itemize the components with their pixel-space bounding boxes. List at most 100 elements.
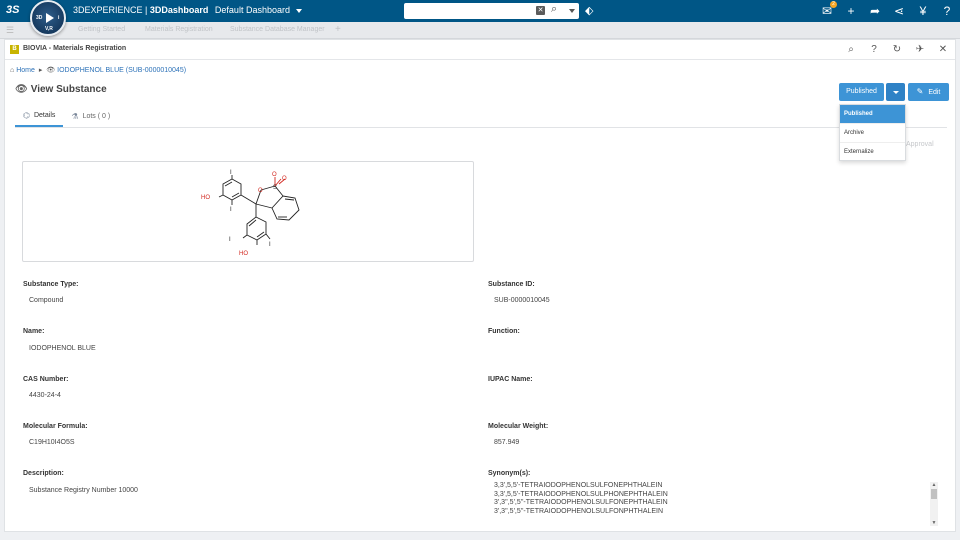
atom-label: O — [272, 172, 277, 178]
pencil-icon: ✎ — [916, 87, 924, 96]
widget-title: BIOVIA - Materials Registration — [23, 45, 127, 52]
substance-id-label: Substance ID: — [488, 281, 535, 288]
app-title[interactable]: 3DEXPERIENCE | 3DDashboard Default Dashb… — [73, 5, 303, 15]
molecular-weight-label: Molecular Weight: — [488, 423, 549, 430]
tag-icon[interactable]: ⬖ — [585, 4, 593, 17]
app-prefix: 3DEXPERIENCE — [73, 5, 143, 15]
cas-number-value: 4430-24-4 — [29, 392, 61, 399]
synonyms-list[interactable]: 3,3',5,5'-TETRAIODOPHENOLSULFONEPHTHALEI… — [494, 482, 940, 526]
app-name: 3DDashboard — [149, 5, 209, 15]
molecule-icon: ⌬ — [23, 111, 30, 120]
scrollbar-thumb[interactable] — [931, 489, 937, 499]
compass-play-icon — [46, 13, 54, 23]
synonyms-label: Synonym(s): — [488, 470, 531, 477]
tab-lots[interactable]: ⚗ Lots ( 0 ) — [63, 106, 118, 127]
tabs-divider — [15, 127, 947, 128]
name-value: IODOPHENOL BLUE — [29, 345, 96, 352]
cas-number-label: CAS Number: — [23, 376, 69, 383]
eye-icon: 👁 — [15, 84, 28, 95]
search-input[interactable] — [406, 4, 531, 18]
substance-type-label: Substance Type: — [23, 281, 79, 288]
add-icon[interactable]: + — [844, 3, 858, 19]
dashboard-tab[interactable]: Substance Database Manager — [230, 26, 325, 33]
notification-badge: 2 — [830, 1, 837, 8]
share-icon[interactable]: ➦ — [868, 3, 882, 19]
biovia-logo-icon: B — [10, 45, 19, 54]
substance-id-value: SUB-0000010045 — [494, 297, 550, 304]
substance-type-value: Compound — [29, 297, 64, 304]
list-item: 3,3',5,5'-TETRAIODOPHENOLSULPHONEPHTHALE… — [494, 490, 668, 498]
menu-item-externalize[interactable]: Externalize — [840, 143, 905, 162]
breadcrumb-home-link[interactable]: Home — [16, 67, 35, 74]
molecular-formula-label: Molecular Formula: — [23, 423, 88, 430]
status-published-button[interactable]: Published — [839, 83, 884, 101]
molecular-weight-value: 857.949 — [494, 439, 520, 446]
compass-info-label: i — [58, 15, 60, 21]
breadcrumb-current-link[interactable]: IODOPHENOL BLUE (SUB-0000010045) — [57, 67, 186, 74]
atom-label: O — [258, 188, 263, 194]
compass-vr-label: V,R — [45, 26, 53, 32]
dashboard-tab[interactable]: Materials Registration — [145, 26, 213, 33]
home-icon: ⌂ — [10, 67, 15, 74]
edit-button[interactable]: ✎ Edit — [908, 83, 949, 101]
search-options-chevron-icon[interactable] — [569, 9, 575, 13]
network-icon[interactable]: ⋖ — [892, 3, 906, 19]
atom-label: I — [229, 237, 231, 243]
atom-label: O — [282, 176, 287, 182]
page-title: 👁 View Substance — [15, 84, 107, 95]
compass-button[interactable]: 3D i V,R — [30, 0, 66, 36]
dashboard-name: Default Dashboard — [214, 5, 290, 15]
materials-registration-widget: B BIOVIA - Materials Registration ⌕ ? ↻ … — [4, 39, 956, 532]
atom-label: HO — [239, 251, 248, 257]
close-icon[interactable]: ✕ — [937, 43, 949, 56]
search-icon[interactable]: ⌕ — [845, 43, 857, 56]
pin-icon[interactable]: ✈ — [914, 43, 926, 56]
notification-icon[interactable]: ✉ 2 — [820, 1, 837, 19]
tab-details[interactable]: ⌬ Details — [15, 106, 64, 127]
list-item: 3',3'',5',5''-TETRAIODOPHENOLSULFONPHTHA… — [494, 507, 664, 515]
dashboard-tab-bar: ☰ Getting Started Materials Registration… — [0, 22, 960, 39]
clear-icon[interactable]: ✕ — [536, 6, 545, 15]
scroll-down-icon[interactable]: ▼ — [930, 520, 938, 526]
top-bar-actions: ✉ 2 + ➦ ⋖ ¥ ? — [820, 1, 954, 19]
global-search: ✕ ⌕ — [404, 3, 579, 19]
name-label: Name: — [23, 328, 45, 335]
function-label: Function: — [488, 328, 520, 335]
atom-label: I — [230, 207, 232, 213]
atom-label: S — [273, 185, 277, 191]
status-dropdown-button[interactable] — [886, 83, 905, 101]
test-tube-icon: ⚗ — [71, 112, 79, 121]
add-tab-icon[interactable]: + — [335, 24, 341, 35]
chemical-structure-drawing: HO I I O S O O I I HO — [201, 170, 300, 257]
ds-brand-logo-icon: 3S — [6, 4, 20, 16]
top-bar: 3S 3D i V,R 3DEXPERIENCE | 3DDashboard D… — [0, 0, 960, 36]
chevron-down-icon[interactable] — [296, 8, 303, 13]
chevron-down-icon — [893, 91, 899, 94]
iupac-name-label: IUPAC Name: — [488, 376, 533, 383]
dashboard-tab[interactable]: Getting Started — [78, 26, 125, 33]
atom-label: HO — [201, 195, 210, 201]
synonyms-scrollbar[interactable]: ▲ ▼ — [930, 482, 938, 526]
description-label: Description: — [23, 470, 64, 477]
menu-item-published[interactable]: Published — [840, 105, 905, 124]
description-value: Substance Registry Number 10000 — [29, 487, 138, 494]
widget-actions: ⌕ ? ↻ ✈ ✕ — [845, 43, 949, 56]
detail-tabs: ⌬ Details ⚗ Lots ( 0 ) — [15, 106, 118, 127]
approval-label: Approval — [906, 141, 934, 148]
structure-viewer[interactable]: HO I I O S O O I I HO — [22, 161, 474, 262]
widget-header: B BIOVIA - Materials Registration ⌕ ? ↻ … — [5, 40, 955, 60]
status-dropdown-menu: Published Archive Externalize — [839, 104, 906, 161]
menu-icon[interactable]: ☰ — [6, 25, 14, 36]
compass-3d-label: 3D — [36, 15, 43, 21]
menu-item-archive[interactable]: Archive — [840, 124, 905, 143]
molecular-formula-value: C19H10I4O5S — [29, 439, 75, 446]
search-icon[interactable]: ⌕ — [551, 3, 557, 16]
refresh-icon[interactable]: ↻ — [891, 43, 903, 56]
atom-label: I — [269, 242, 271, 248]
eye-icon: 👁 — [46, 67, 56, 74]
help-icon[interactable]: ? — [940, 3, 954, 19]
help-icon[interactable]: ? — [868, 43, 880, 56]
compass-apps-icon[interactable]: ¥ — [916, 3, 930, 19]
list-item: 3',3'',5',5''-TETRAIODOPHENOLSULFONEPHTH… — [494, 499, 668, 506]
scroll-up-icon[interactable]: ▲ — [930, 482, 938, 488]
